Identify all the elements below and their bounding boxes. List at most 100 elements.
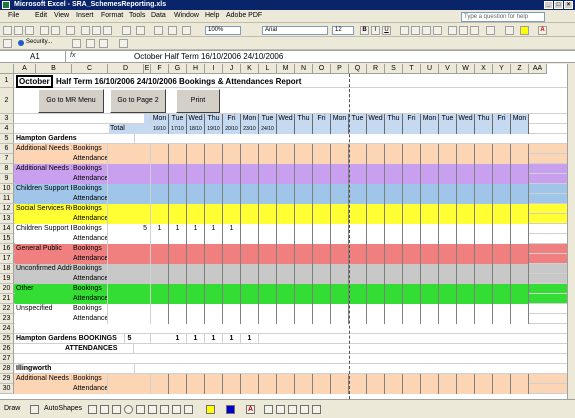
day-value-cell[interactable] — [511, 384, 529, 394]
zoom-select[interactable]: 100% — [205, 26, 241, 35]
row-header[interactable]: 2 — [0, 88, 14, 114]
day-value-cell[interactable] — [223, 204, 241, 214]
day-value-cell[interactable] — [169, 314, 187, 324]
day-value-cell[interactable] — [187, 184, 205, 194]
day-value-cell[interactable] — [223, 194, 241, 204]
day-value-cell[interactable] — [277, 374, 295, 384]
font-select[interactable]: Arial — [262, 26, 328, 35]
day-value-cell[interactable] — [421, 304, 439, 314]
day-value-cell[interactable] — [367, 204, 385, 214]
day-value-cell[interactable] — [403, 254, 421, 264]
day-value-cell[interactable] — [151, 204, 169, 214]
row-header[interactable]: 9 — [0, 174, 14, 184]
day-value-cell[interactable] — [457, 214, 475, 224]
day-value-cell[interactable] — [259, 214, 277, 224]
day-value-cell[interactable] — [367, 314, 385, 324]
name-box[interactable]: A1 — [0, 51, 66, 63]
comma-icon[interactable] — [470, 26, 479, 35]
row-header[interactable]: 22 — [0, 304, 14, 314]
row-header[interactable]: 28 — [0, 364, 14, 374]
day-value-cell[interactable] — [493, 384, 511, 394]
day-value-cell[interactable] — [205, 174, 223, 184]
day-value-cell[interactable] — [385, 384, 403, 394]
day-value-cell[interactable] — [493, 304, 511, 314]
day-value-cell[interactable] — [223, 154, 241, 164]
day-value-cell[interactable] — [511, 234, 529, 244]
day-value-cell[interactable] — [259, 244, 277, 254]
day-value-cell[interactable] — [223, 314, 241, 324]
day-value-cell[interactable] — [277, 184, 295, 194]
day-value-cell[interactable] — [457, 374, 475, 384]
day-value-cell[interactable] — [331, 174, 349, 184]
day-value-cell[interactable] — [223, 164, 241, 174]
row-header[interactable]: 27 — [0, 354, 14, 364]
day-value-cell[interactable] — [385, 264, 403, 274]
day-value-cell[interactable] — [403, 174, 421, 184]
day-value-cell[interactable] — [439, 254, 457, 264]
column-header[interactable]: Y — [493, 64, 511, 74]
day-value-cell[interactable] — [259, 304, 277, 314]
day-value-cell[interactable]: 1 — [187, 224, 205, 234]
column-header[interactable]: V — [439, 64, 457, 74]
day-value-cell[interactable] — [385, 194, 403, 204]
column-header[interactable]: H — [187, 64, 205, 74]
day-value-cell[interactable] — [223, 284, 241, 294]
day-value-cell[interactable] — [367, 194, 385, 204]
day-value-cell[interactable] — [421, 244, 439, 254]
picture-icon[interactable] — [184, 405, 193, 414]
day-value-cell[interactable] — [295, 194, 313, 204]
day-value-cell[interactable] — [259, 204, 277, 214]
borders-icon[interactable] — [505, 26, 514, 35]
day-value-cell[interactable] — [187, 144, 205, 154]
row-header[interactable]: 25 — [0, 334, 14, 344]
day-value-cell[interactable] — [439, 224, 457, 234]
day-value-cell[interactable] — [241, 164, 259, 174]
day-value-cell[interactable] — [511, 214, 529, 224]
day-value-cell[interactable] — [439, 244, 457, 254]
day-value-cell[interactable] — [277, 244, 295, 254]
row-header[interactable]: 7 — [0, 154, 14, 164]
day-value-cell[interactable] — [385, 284, 403, 294]
vertical-scrollbar[interactable] — [567, 64, 575, 399]
select-objects-icon[interactable] — [30, 405, 39, 414]
day-value-cell[interactable] — [241, 374, 259, 384]
day-value-cell[interactable] — [313, 224, 331, 234]
day-value-cell[interactable] — [421, 374, 439, 384]
row-header[interactable]: 30 — [0, 384, 14, 394]
day-value-cell[interactable] — [205, 384, 223, 394]
shadow-icon[interactable] — [300, 405, 309, 414]
day-value-cell[interactable] — [241, 314, 259, 324]
day-value-cell[interactable] — [169, 194, 187, 204]
day-value-cell[interactable] — [205, 254, 223, 264]
day-value-cell[interactable] — [151, 294, 169, 304]
column-header[interactable]: B — [36, 64, 72, 74]
fill-color-icon[interactable] — [520, 26, 529, 35]
row-header[interactable]: 21 — [0, 294, 14, 304]
open-icon[interactable] — [14, 26, 23, 35]
day-value-cell[interactable] — [313, 254, 331, 264]
day-value-cell[interactable] — [385, 224, 403, 234]
day-value-cell[interactable] — [403, 244, 421, 254]
day-value-cell[interactable] — [313, 264, 331, 274]
day-value-cell[interactable] — [295, 214, 313, 224]
day-value-cell[interactable] — [241, 244, 259, 254]
day-value-cell[interactable] — [457, 244, 475, 254]
indent-icon[interactable] — [486, 26, 495, 35]
day-value-cell[interactable] — [349, 154, 367, 164]
tools-icon[interactable] — [86, 39, 95, 48]
day-value-cell[interactable] — [457, 184, 475, 194]
day-value-cell[interactable] — [385, 184, 403, 194]
close-icon[interactable]: × — [564, 1, 573, 9]
day-value-cell[interactable] — [313, 244, 331, 254]
new-icon[interactable] — [3, 26, 12, 35]
day-value-cell[interactable] — [475, 144, 493, 154]
day-value-cell[interactable] — [295, 154, 313, 164]
day-value-cell[interactable] — [475, 384, 493, 394]
day-value-cell[interactable] — [439, 374, 457, 384]
day-value-cell[interactable] — [205, 194, 223, 204]
day-value-cell[interactable] — [169, 384, 187, 394]
day-value-cell[interactable] — [349, 374, 367, 384]
day-value-cell[interactable] — [385, 314, 403, 324]
day-value-cell[interactable] — [493, 184, 511, 194]
day-value-cell[interactable] — [277, 264, 295, 274]
